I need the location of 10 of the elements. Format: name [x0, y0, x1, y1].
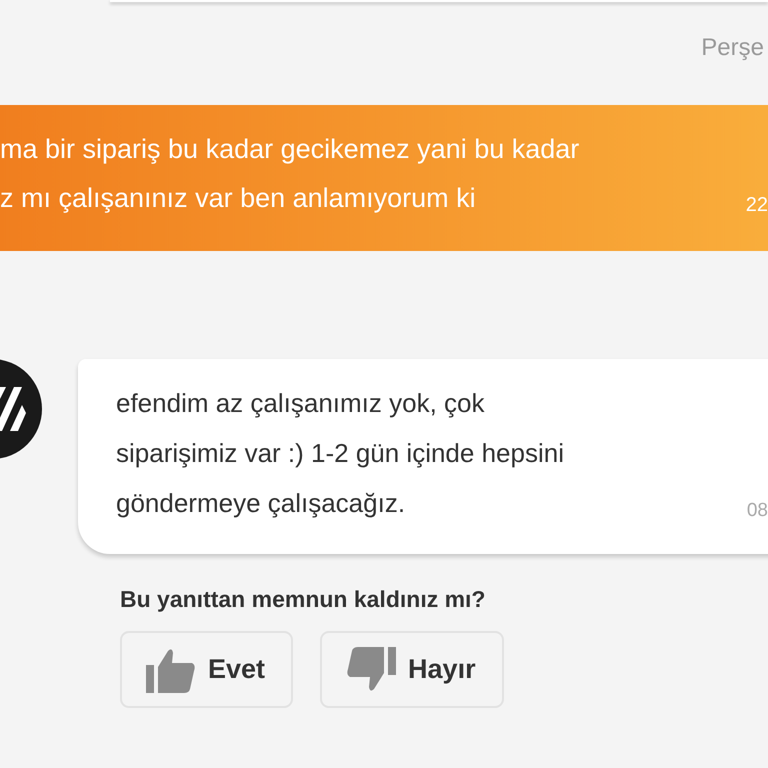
date-label: Perşe	[701, 34, 764, 63]
thumbs-up-icon	[146, 646, 196, 692]
message-text: efendim az çalışanımız yok, çok siparişimiz var :) 1-2 gün içinde hepsini göndermeye çalışacağız.	[116, 387, 564, 520]
message-time: 08	[746, 500, 768, 522]
yes-button[interactable]: Evet	[120, 631, 294, 708]
message-text: ma bir sipariş bu kadar gecikemez yani bu kadar z mı çalışanınız var ben anlamıyorum ki	[0, 133, 580, 215]
no-button[interactable]: Hayır	[320, 631, 504, 708]
thumbs-down-icon	[346, 646, 396, 692]
feedback-question: Bu yanıttan memnun kaldınız mı?	[120, 586, 486, 613]
message-time: 22	[746, 194, 768, 217]
